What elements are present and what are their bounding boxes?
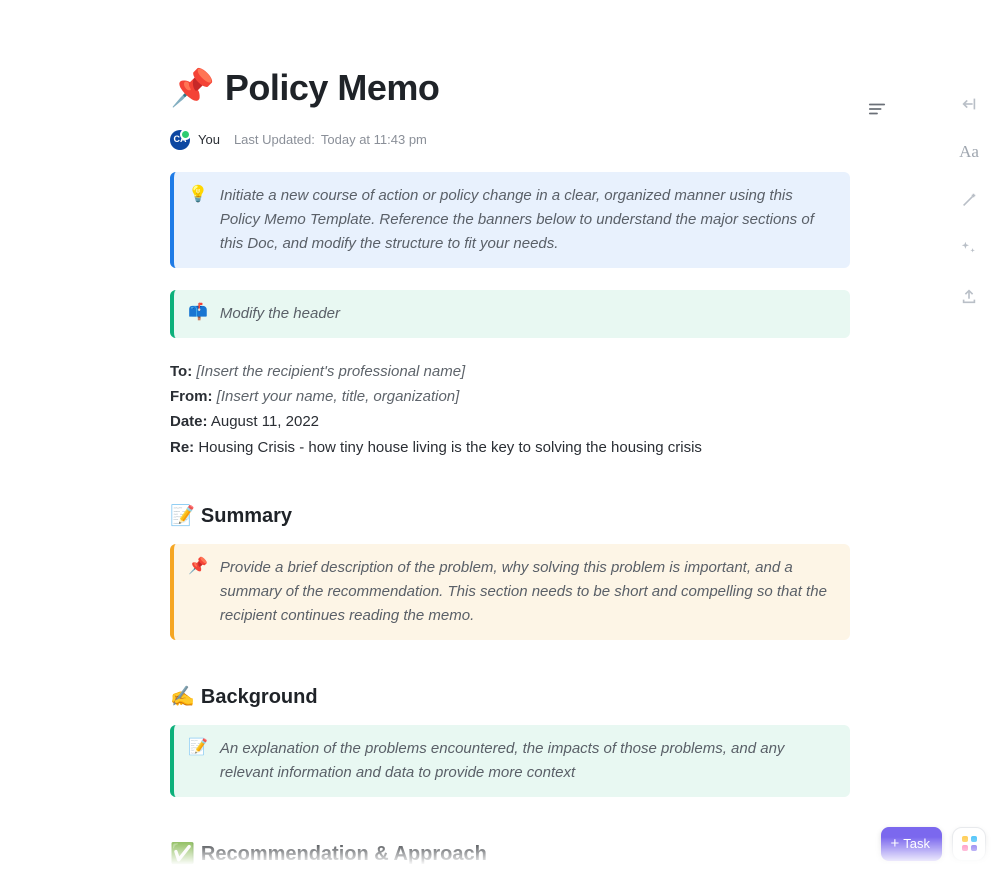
page-title: Policy Memo (225, 60, 440, 116)
right-rail: Aa (956, 94, 982, 306)
upload-icon (960, 287, 978, 305)
section-recommendation: ✅ Recommendation & Approach 🏆 Provide yo… (170, 839, 850, 877)
author-you-label[interactable]: You (198, 130, 220, 150)
field-to-value: [Insert the recipient's professional nam… (196, 363, 465, 380)
field-from-label: From: (170, 388, 213, 405)
field-date-label: Date: (170, 413, 208, 430)
typography-button[interactable]: Aa (956, 142, 982, 162)
field-to-label: To: (170, 363, 192, 380)
arrow-collapse-icon (960, 95, 978, 113)
mailbox-icon: 📫 (188, 302, 208, 326)
page-title-row[interactable]: 📌 Policy Memo (170, 60, 850, 116)
section-summary: 📝 Summary 📌 Provide a brief description … (170, 501, 850, 640)
ai-stars-button[interactable] (956, 238, 982, 258)
doc-meta-row: CA You Last Updated: Today at 11:43 pm (170, 130, 850, 150)
modify-header-text: Modify the header (220, 302, 834, 326)
floating-actions: + Task (881, 827, 987, 861)
checkmark-icon: ✅ (170, 839, 195, 870)
share-export-button[interactable] (956, 286, 982, 306)
apps-launcher-button[interactable] (952, 827, 986, 861)
field-re-label: Re: (170, 439, 194, 456)
field-re: Re: Housing Crisis - how tiny house livi… (170, 436, 850, 459)
background-heading-text: Background (201, 682, 318, 713)
sparkle-icon (960, 191, 978, 209)
apps-grid-icon (962, 836, 977, 851)
field-to: To: [Insert the recipient's professional… (170, 360, 850, 383)
lightbulb-icon: 💡 (188, 184, 208, 256)
memo-icon: 📝 (170, 501, 195, 532)
new-task-label: Task (903, 834, 930, 854)
document-body: 📌 Policy Memo CA You Last Updated: Today… (170, 60, 850, 877)
recommendation-heading-text: Recommendation & Approach (201, 839, 487, 870)
field-re-value: Housing Crisis - how tiny house living i… (198, 439, 702, 456)
plus-icon: + (891, 836, 900, 851)
last-updated-value: Today at 11:43 pm (321, 130, 427, 150)
title-emoji-icon: 📌 (170, 70, 215, 106)
recommendation-heading[interactable]: ✅ Recommendation & Approach (170, 839, 850, 870)
note-icon: 📝 (188, 737, 208, 785)
summary-banner-text: Provide a brief description of the probl… (220, 556, 834, 628)
field-date-value: August 11, 2022 (211, 413, 319, 430)
pushpin-icon: 📌 (188, 556, 208, 628)
writing-hand-icon: ✍️ (170, 682, 195, 713)
background-banner-text: An explanation of the problems encounter… (220, 737, 834, 785)
collapse-sidebar-button[interactable] (956, 94, 982, 114)
outline-toggle-button[interactable] (868, 100, 886, 123)
stars-icon (960, 239, 978, 257)
section-background: ✍️ Background 📝 An explanation of the pr… (170, 682, 850, 797)
field-from: From: [Insert your name, title, organiza… (170, 385, 850, 408)
field-from-value: [Insert your name, title, organization] (217, 388, 460, 405)
field-date: Date: August 11, 2022 (170, 410, 850, 433)
ai-sparkle-button[interactable] (956, 190, 982, 210)
background-heading[interactable]: ✍️ Background (170, 682, 850, 713)
summary-banner[interactable]: 📌 Provide a brief description of the pro… (170, 544, 850, 640)
intro-banner-text: Initiate a new course of action or polic… (220, 184, 834, 256)
author-avatar[interactable]: CA (170, 130, 190, 150)
background-banner[interactable]: 📝 An explanation of the problems encount… (170, 725, 850, 797)
summary-heading-text: Summary (201, 501, 292, 532)
modify-header-banner[interactable]: 📫 Modify the header (170, 290, 850, 338)
typography-icon: Aa (959, 139, 979, 165)
intro-banner[interactable]: 💡 Initiate a new course of action or pol… (170, 172, 850, 268)
last-updated-label: Last Updated: (234, 130, 315, 150)
memo-header-fields[interactable]: To: [Insert the recipient's professional… (170, 360, 850, 459)
summary-heading[interactable]: 📝 Summary (170, 501, 850, 532)
new-task-button[interactable]: + Task (881, 827, 943, 861)
outline-icon (868, 102, 886, 116)
